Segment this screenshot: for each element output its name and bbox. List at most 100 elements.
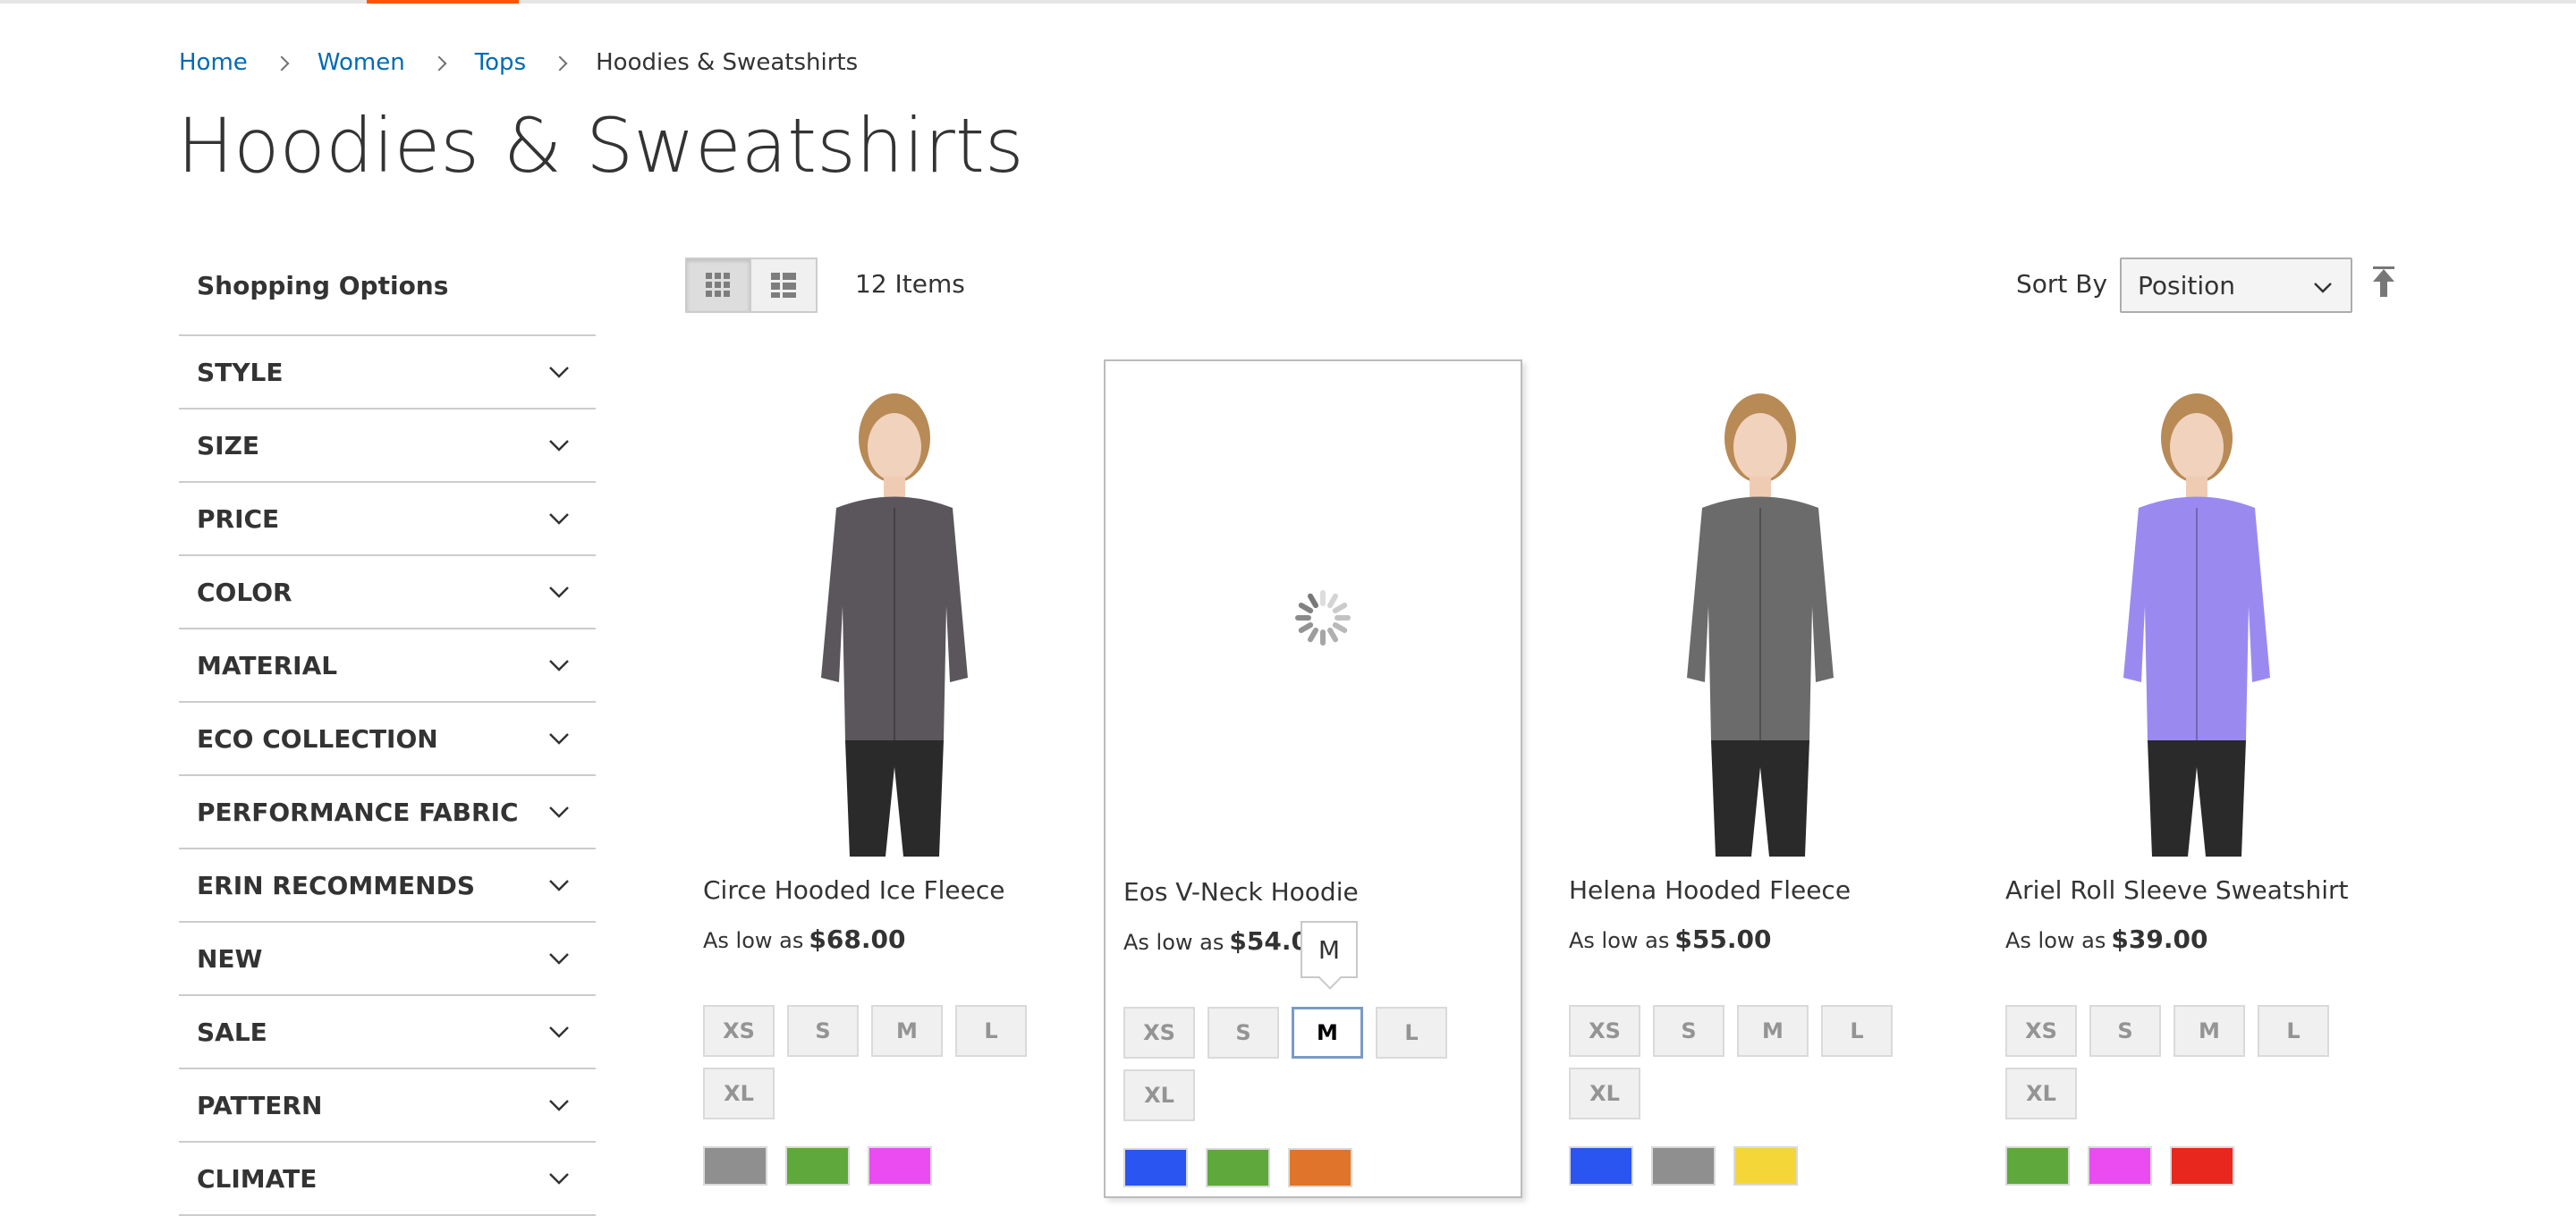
chevron-down-icon: [547, 1171, 571, 1186]
active-nav-indicator: [367, 0, 519, 4]
color-swatch[interactable]: [868, 1146, 932, 1186]
sort-by-select[interactable]: Position: [2120, 258, 2352, 313]
list-icon: [771, 273, 796, 298]
product-name-link[interactable]: Ariel Roll Sleeve Sweatshirt: [2005, 873, 2348, 908]
product-image[interactable]: [685, 359, 1104, 857]
filter-label: SALE: [197, 1017, 267, 1047]
size-swatch-s[interactable]: S: [1208, 1007, 1279, 1059]
chevron-right-icon: [555, 56, 567, 69]
shopping-options-title: Shopping Options: [179, 259, 596, 336]
price-prefix: As low as: [1569, 928, 1670, 953]
loading-spinner-icon: [1292, 587, 1354, 649]
color-swatch[interactable]: [2005, 1146, 2070, 1186]
size-swatch-s[interactable]: S: [787, 1005, 859, 1057]
product-name-link[interactable]: Eos V-Neck Hoodie: [1123, 874, 1359, 910]
product-image[interactable]: [1987, 359, 2406, 857]
color-swatch[interactable]: [785, 1146, 850, 1186]
size-swatch-m[interactable]: M: [1292, 1007, 1363, 1059]
product-card[interactable]: Eos V-Neck Hoodie As low as $54.00 XS S M L XL: [1104, 359, 1522, 1198]
color-swatch[interactable]: [2088, 1146, 2152, 1186]
size-swatch-xl[interactable]: XL: [1569, 1068, 1640, 1119]
filter-label: ERIN RECOMMENDS: [197, 870, 476, 900]
size-swatch-xs[interactable]: XS: [1569, 1005, 1640, 1057]
chevron-down-icon: [547, 511, 571, 526]
chevron-down-icon: [547, 658, 571, 672]
price-prefix: As low as: [2005, 928, 2106, 953]
chevron-down-icon: [547, 878, 571, 892]
color-swatch[interactable]: [1288, 1148, 1352, 1187]
size-tooltip: M: [1301, 921, 1358, 978]
filter-label: SIZE: [197, 430, 260, 460]
filter-price[interactable]: PRICE: [179, 483, 596, 556]
grid-view-button[interactable]: [685, 258, 751, 313]
arrow-up-icon: [2373, 266, 2394, 297]
size-swatch-l[interactable]: L: [1376, 1007, 1447, 1059]
breadcrumb: Home Women Tops Hoodies & Sweatshirts: [179, 46, 858, 79]
size-swatch-m[interactable]: M: [2174, 1005, 2245, 1057]
product-price: As low as $39.00: [2005, 925, 2207, 954]
size-swatch-l[interactable]: L: [2258, 1005, 2329, 1057]
filter-pattern[interactable]: PATTERN: [179, 1069, 596, 1143]
sort-by-value: Position: [2138, 270, 2236, 300]
color-swatch[interactable]: [1206, 1148, 1270, 1187]
size-swatch-m[interactable]: M: [871, 1005, 943, 1057]
product-name-link[interactable]: Helena Hooded Fleece: [1569, 873, 1851, 908]
chevron-down-icon: [547, 585, 571, 599]
breadcrumb-tops-link[interactable]: Tops: [475, 49, 526, 76]
chevron-down-icon: [547, 438, 571, 452]
size-swatch-xl[interactable]: XL: [2005, 1068, 2077, 1119]
product-price: As low as $54.00: [1123, 926, 1326, 956]
color-swatch[interactable]: [1123, 1148, 1188, 1187]
size-swatch-xl[interactable]: XL: [1123, 1069, 1195, 1121]
filter-material[interactable]: MATERIAL: [179, 629, 596, 703]
items-count: 12 Items: [855, 269, 965, 299]
chevron-down-icon: [547, 1098, 571, 1112]
filter-performance-fabric[interactable]: PERFORMANCE FABRIC: [179, 776, 596, 849]
filter-label: PERFORMANCE FABRIC: [197, 797, 519, 827]
filter-label: NEW: [197, 943, 263, 974]
filter-color[interactable]: COLOR: [179, 556, 596, 629]
filter-erin-recommends[interactable]: ERIN RECOMMENDS: [179, 849, 596, 923]
view-mode-switch: [685, 258, 818, 313]
filter-sale[interactable]: SALE: [179, 996, 596, 1069]
filter-label: STYLE: [197, 357, 284, 387]
size-swatch-s[interactable]: S: [2089, 1005, 2161, 1057]
filter-style[interactable]: STYLE: [179, 336, 596, 410]
product-price: As low as $55.00: [1569, 925, 1771, 954]
filter-label: PRICE: [197, 503, 280, 534]
chevron-down-icon: [547, 1025, 571, 1039]
chevron-down-icon: [2311, 281, 2334, 295]
size-swatch-xs[interactable]: XS: [703, 1005, 775, 1057]
product-image[interactable]: [1551, 359, 1970, 857]
filter-eco-collection[interactable]: ECO COLLECTION: [179, 703, 596, 776]
filter-new[interactable]: NEW: [179, 923, 596, 996]
size-swatch-l[interactable]: L: [955, 1005, 1027, 1057]
size-swatch-s[interactable]: S: [1653, 1005, 1724, 1057]
color-swatch[interactable]: [1733, 1146, 1798, 1186]
product-price: As low as $68.00: [703, 925, 905, 954]
product-card[interactable]: Ariel Roll Sleeve Sweatshirt As low as $39…: [1987, 359, 2406, 1198]
list-view-button[interactable]: [751, 258, 818, 313]
size-swatch-m[interactable]: M: [1737, 1005, 1809, 1057]
size-swatch-xl[interactable]: XL: [703, 1068, 775, 1119]
filter-label: MATERIAL: [197, 650, 338, 680]
sort-direction-button[interactable]: [2370, 266, 2397, 302]
filter-climate[interactable]: CLIMATE: [179, 1143, 596, 1216]
breadcrumb-home-link[interactable]: Home: [179, 49, 248, 76]
sidebar-filters: Shopping Options STYLE SIZE PRICE COLOR MATE…: [179, 259, 596, 1216]
color-swatch[interactable]: [1569, 1146, 1633, 1186]
size-swatch-l[interactable]: L: [1821, 1005, 1893, 1057]
filter-label: PATTERN: [197, 1090, 323, 1120]
product-card[interactable]: Circe Hooded Ice Fleece As low as $68.00 XS…: [685, 359, 1104, 1198]
filter-size[interactable]: SIZE: [179, 410, 596, 483]
filter-label: CLIMATE: [197, 1163, 318, 1194]
product-card[interactable]: Helena Hooded Fleece As low as $55.00 XS S M L…: [1551, 359, 1970, 1198]
color-swatch[interactable]: [703, 1146, 767, 1186]
color-swatch[interactable]: [1651, 1146, 1716, 1186]
size-swatch-xs[interactable]: XS: [2005, 1005, 2077, 1057]
size-swatch-xs[interactable]: XS: [1123, 1007, 1195, 1059]
page-title: Hoodies & Sweatshirts: [177, 102, 1024, 190]
product-name-link[interactable]: Circe Hooded Ice Fleece: [703, 873, 1004, 908]
breadcrumb-women-link[interactable]: Women: [318, 49, 405, 76]
color-swatch[interactable]: [2170, 1146, 2234, 1186]
